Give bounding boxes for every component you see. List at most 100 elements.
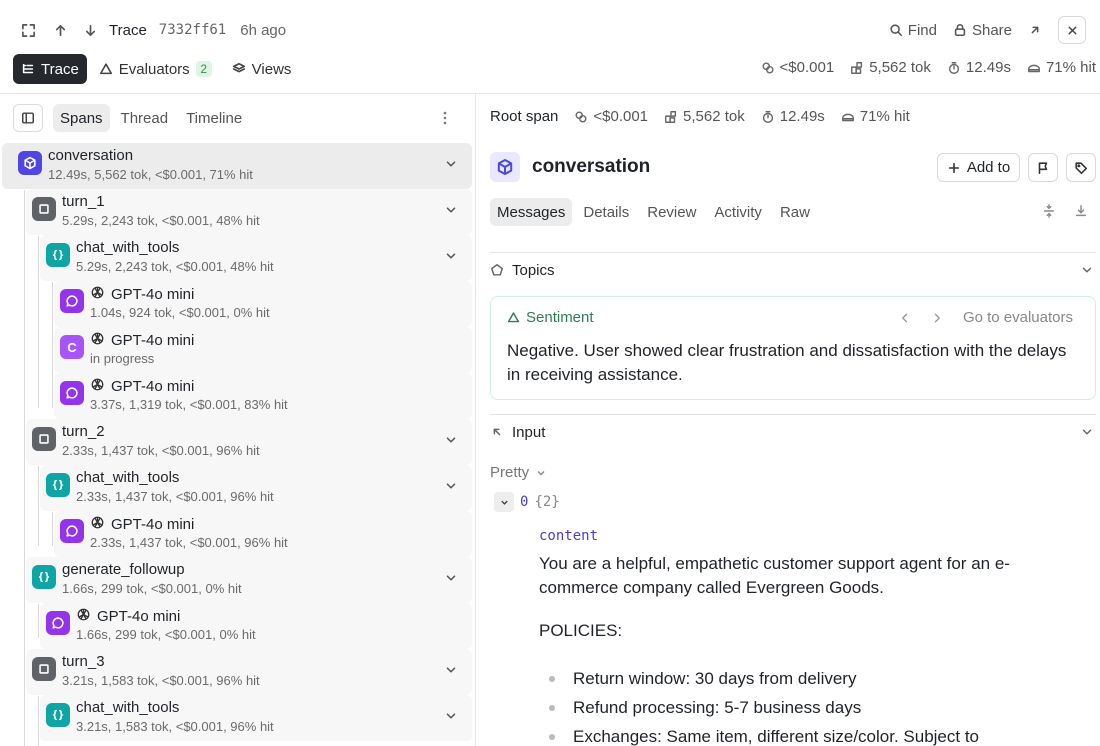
format-select[interactable]: Pretty (490, 464, 547, 481)
add-to-button[interactable]: Add to (937, 153, 1020, 182)
span-actions: Add to (937, 153, 1096, 182)
close-button[interactable] (1058, 16, 1086, 44)
tab-evaluators[interactable]: Evaluators 2 (91, 54, 220, 84)
chevron-down-icon[interactable] (444, 433, 458, 447)
root-span-label: Root span (490, 108, 559, 125)
share-button[interactable]: Share (953, 22, 1012, 39)
cost-stat: <$0.001 (761, 59, 835, 76)
tab-views[interactable]: Views (224, 54, 300, 84)
coins-icon (762, 61, 774, 74)
chevron-down-icon[interactable] (444, 663, 458, 677)
trace-hash: 7332ff61 (158, 22, 227, 38)
chevron-down-icon[interactable] (444, 479, 458, 493)
span-row[interactable]: chat_with_tools 2.33s, 1,437 tok, <$0.001… (40, 465, 472, 511)
content-text: You are a helpful, empathetic customer s… (539, 554, 1010, 597)
chat-bubble-icon (60, 289, 84, 313)
span-row[interactable]: GPT-4o mini 3.37s, 1,319 tok, <$0.001, 83… (54, 373, 472, 419)
chat-bubble-icon (46, 611, 70, 635)
chevron-down-icon[interactable] (444, 203, 458, 217)
tag-icon (1075, 161, 1088, 174)
tree-guide-line (38, 236, 39, 408)
input-section-header[interactable]: Input (490, 422, 1096, 442)
openai-icon (90, 331, 105, 350)
trace-age: 6h ago (240, 21, 287, 39)
span-row[interactable]: chat_with_tools 3.21s, 1,583 tok, <$0.001… (40, 695, 472, 741)
span-meta: 2.33s, 1,437 tok, <$0.001, 96% hit (76, 489, 274, 504)
arrow-down-icon[interactable] (77, 17, 103, 43)
span-name: conversation (48, 147, 133, 164)
span-name: chat_with_tools (76, 699, 179, 716)
tag-button[interactable] (1066, 153, 1096, 182)
span-name-text: turn_1 (62, 193, 105, 210)
chevron-left-icon[interactable] (899, 312, 911, 324)
tab-messages[interactable]: Messages (490, 198, 573, 226)
coins-icon (575, 110, 587, 123)
find-button[interactable]: Find (889, 22, 937, 39)
span-row[interactable]: generate_followup 1.66s, 299 tok, <$0.001… (26, 557, 472, 603)
chevron-down-icon (1082, 429, 1092, 435)
close-icon (1068, 26, 1076, 34)
span-meta: 2.33s, 1,437 tok, <$0.001, 96% hit (90, 535, 288, 550)
tab-spans[interactable]: Spans (53, 104, 110, 132)
span-row[interactable]: turn_2 2.33s, 1,437 tok, <$0.001, 96% hit (26, 419, 472, 465)
duration-stat: 12.49s (947, 59, 1011, 76)
tab-review[interactable]: Review (640, 198, 703, 226)
tab-views-label: Views (251, 60, 292, 78)
tab-thread[interactable]: Thread (114, 104, 176, 132)
openai-icon (90, 515, 105, 534)
span-header: conversation (490, 152, 650, 182)
tab-raw[interactable]: Raw (773, 198, 817, 226)
tab-details[interactable]: Details (576, 198, 636, 226)
go-to-evaluators-link[interactable]: Go to evaluators (963, 309, 1073, 326)
list-item: Exchanges: Same item, different size/col… (549, 722, 1069, 746)
span-row[interactable]: conversation 12.49s, 5,562 tok, <$0.001, … (2, 143, 472, 189)
detail-tabs: Messages Details Review Activity Raw (490, 198, 817, 226)
root-duration-value: 12.49s (779, 108, 825, 125)
braces-icon (46, 243, 70, 267)
span-row[interactable]: chat_with_tools 5.29s, 2,243 tok, <$0.001… (40, 235, 472, 281)
policies-heading: POLICIES: (539, 621, 623, 640)
json-collapse-toggle[interactable] (494, 492, 514, 512)
main-tabs: Trace Evaluators 2 Views (13, 54, 299, 84)
topics-section-header[interactable]: Topics (490, 260, 1096, 280)
more-vertical-icon[interactable] (437, 110, 453, 126)
timer-icon (948, 61, 959, 74)
chevron-right-icon[interactable] (931, 312, 943, 324)
tab-activity[interactable]: Activity (707, 198, 769, 226)
collapse-icon[interactable] (1042, 204, 1056, 218)
arrow-up-icon[interactable] (47, 17, 73, 43)
sentiment-nav: Go to evaluators (899, 309, 1073, 326)
span-name: generate_followup (62, 561, 185, 578)
tab-timeline[interactable]: Timeline (179, 104, 249, 132)
add-to-label: Add to (966, 159, 1011, 176)
chevron-down-icon[interactable] (444, 249, 458, 263)
span-row[interactable]: turn_3 3.21s, 1,583 tok, <$0.001, 96% hit (26, 649, 472, 695)
download-icon[interactable] (1074, 204, 1088, 218)
span-row[interactable]: C GPT-4o mini in progress (54, 327, 472, 373)
tab-trace[interactable]: Trace (13, 54, 87, 84)
input-label: Input (512, 423, 546, 441)
hit-value: 71% hit (1045, 59, 1096, 76)
chevron-down-icon[interactable] (444, 157, 458, 171)
chevron-down-icon[interactable] (444, 571, 458, 585)
span-meta: 1.04s, 924 tok, <$0.001, 0% hit (90, 305, 270, 320)
flag-button[interactable] (1028, 153, 1058, 182)
evaluators-count-badge: 2 (195, 61, 212, 77)
tree-guide-line (38, 604, 39, 638)
span-row[interactable]: turn_1 5.29s, 2,243 tok, <$0.001, 48% hit (26, 189, 472, 235)
span-row[interactable]: GPT-4o mini 1.66s, 299 tok, <$0.001, 0% h… (40, 603, 472, 649)
span-name-text: chat_with_tools (76, 469, 180, 486)
span-name-text: generate_followup (62, 561, 185, 578)
cost-value: <$0.001 (779, 59, 835, 76)
toggle-sidebar-button[interactable] (13, 104, 43, 132)
span-icon-letter: C (67, 339, 77, 355)
expand-icon[interactable] (15, 17, 41, 43)
span-row[interactable]: GPT-4o mini 1.04s, 924 tok, <$0.001, 0% h… (54, 281, 472, 327)
span-row[interactable]: GPT-4o mini 2.33s, 1,437 tok, <$0.001, 96… (54, 511, 472, 557)
find-label: Find (907, 21, 937, 39)
span-meta: 3.21s, 1,583 tok, <$0.001, 96% hit (62, 673, 260, 688)
open-external-button[interactable] (1028, 23, 1042, 37)
square-icon (32, 657, 56, 681)
root-tokens-stat: 5,562 tok (664, 108, 745, 125)
chevron-down-icon[interactable] (444, 709, 458, 723)
